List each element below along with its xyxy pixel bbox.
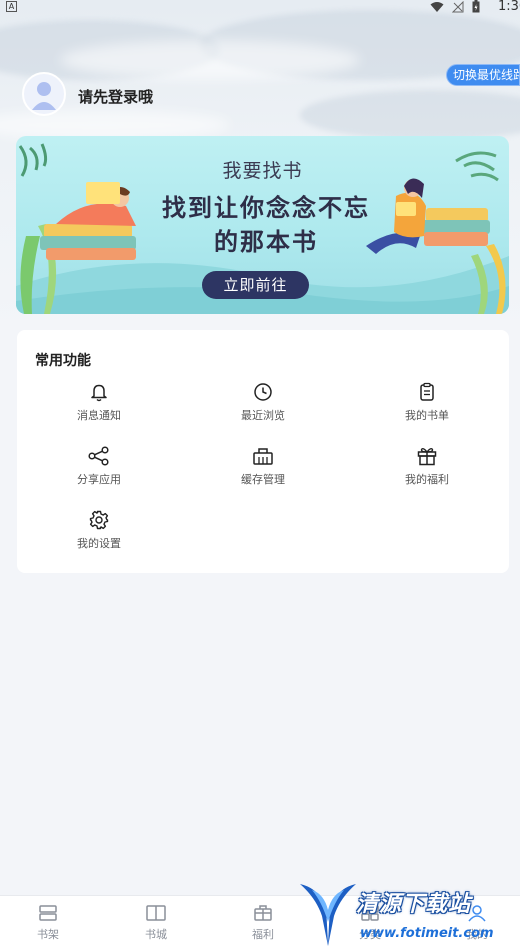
feature-recent-browse[interactable]: 最近浏览: [208, 382, 318, 432]
nav-benefits[interactable]: 福利: [233, 904, 293, 942]
status-indicator: A: [6, 1, 17, 12]
feature-my-benefits[interactable]: 我的福利: [372, 446, 482, 496]
feature-label: 缓存管理: [241, 473, 285, 486]
feature-cache-management[interactable]: 缓存管理: [208, 446, 318, 496]
watermark-logo: [300, 884, 356, 946]
nav-label: 福利: [252, 928, 274, 941]
nav-label: 书城: [145, 928, 167, 941]
status-bar: A 1:36: [0, 0, 520, 14]
gift-box-icon: [254, 905, 272, 921]
go-now-button[interactable]: 立即前往: [202, 271, 309, 299]
open-book-icon: [146, 905, 166, 921]
find-book-banner[interactable]: 我要找书 找到让你念念不忘 的那本书 立即前往: [16, 136, 509, 314]
feature-my-settings[interactable]: 我的设置: [44, 510, 154, 560]
feature-my-booklist[interactable]: 我的书单: [372, 382, 482, 432]
feature-label: 最近浏览: [241, 409, 285, 422]
feature-label: 我的设置: [77, 537, 121, 550]
switch-line-button[interactable]: 切换最优线路: [446, 64, 520, 86]
avatar[interactable]: [22, 72, 66, 116]
clipboard-icon: [420, 382, 434, 401]
banner-headline-line2: 的那本书: [214, 228, 318, 256]
wifi-icon: [430, 1, 444, 12]
features-title: 常用功能: [35, 353, 91, 369]
clock-icon: [254, 383, 272, 401]
gear-icon: [89, 510, 109, 530]
basket-icon: [253, 448, 273, 465]
share-icon: [88, 446, 109, 466]
banner-title: 我要找书: [222, 160, 303, 182]
battery-icon: [472, 0, 480, 13]
no-signal-icon: [452, 0, 464, 12]
gift-icon: [417, 448, 437, 466]
feature-label: 消息通知: [77, 409, 121, 422]
nav-bookstore[interactable]: 书城: [126, 904, 186, 942]
feature-share-app[interactable]: 分享应用: [44, 446, 154, 496]
banner-headline: 找到让你念念不忘 的那本书: [146, 191, 386, 259]
bell-icon: [91, 384, 107, 402]
common-features-card: 常用功能 消息通知 最近浏览 我的书单 分享应用 缓存管理 我的福利 我的设置: [17, 330, 509, 573]
watermark: 清源下载站 www.fotimeit.com: [298, 878, 520, 948]
feature-notifications[interactable]: 消息通知: [44, 382, 154, 432]
watermark-text: 清源下载站: [356, 892, 472, 917]
banner-headline-line1: 找到让你念念不忘: [162, 194, 370, 222]
feature-label: 分享应用: [77, 473, 121, 486]
watermark-url: www.fotimeit.com: [360, 926, 494, 941]
feature-label: 我的书单: [405, 409, 449, 422]
status-icons: [430, 0, 480, 13]
nav-bookshelf[interactable]: 书架: [18, 904, 78, 942]
bookshelf-icon: [39, 905, 57, 921]
nav-label: 书架: [37, 928, 59, 941]
default-avatar-icon: [32, 82, 56, 110]
feature-label: 我的福利: [405, 473, 449, 486]
status-time: 1:36: [498, 0, 520, 14]
login-prompt[interactable]: 请先登录哦: [78, 86, 153, 107]
